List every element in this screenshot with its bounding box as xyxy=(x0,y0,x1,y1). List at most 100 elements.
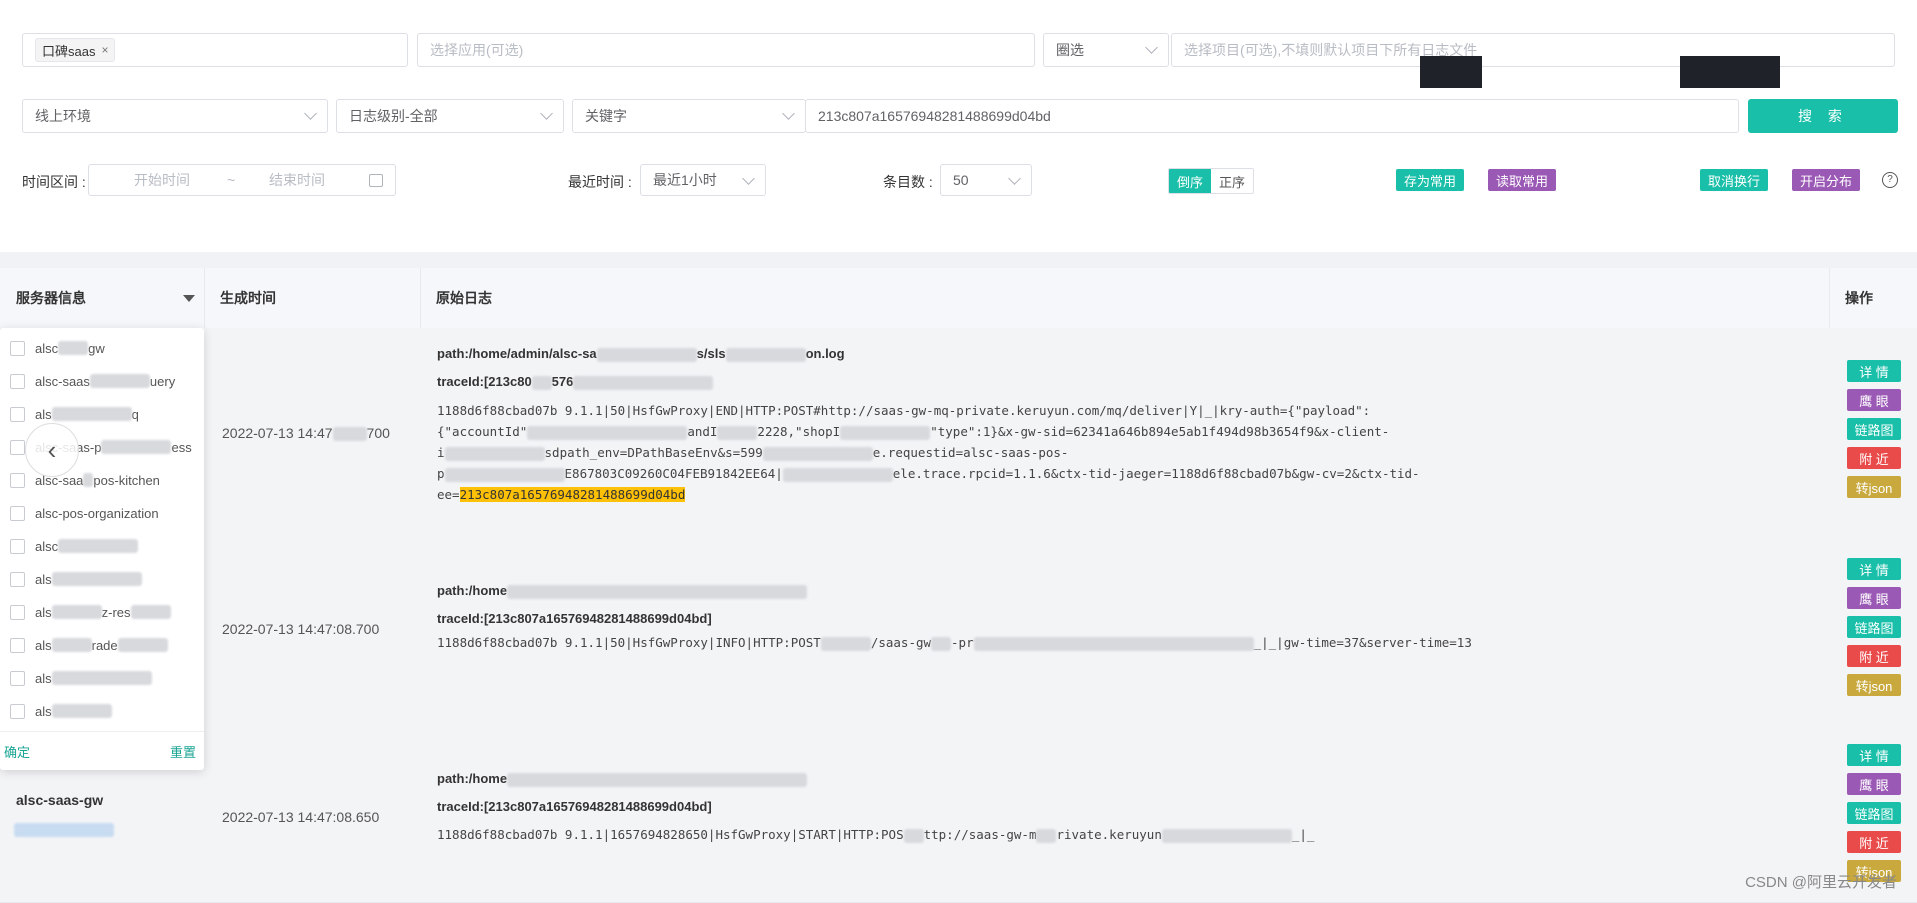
row-path: path:/home xyxy=(437,771,808,787)
checkbox[interactable] xyxy=(10,538,25,554)
server-name: alsc-saas-gw xyxy=(16,792,104,808)
filter-option[interactable]: als xyxy=(10,569,142,589)
row-ops: 详 情 鹰 眼 链路图 附 近 转json xyxy=(1845,360,1903,498)
keyword-input[interactable]: 213c807a16576948281488699d04bd xyxy=(805,99,1739,133)
filter-option[interactable]: alsc xyxy=(10,536,139,556)
row-ops: 详 情 鹰 眼 链路图 附 近 转json xyxy=(1845,558,1903,696)
chain-graph-button[interactable]: 链路图 xyxy=(1847,802,1901,824)
to-json-button[interactable]: 转json xyxy=(1847,674,1901,696)
nearby-button[interactable]: 附 近 xyxy=(1847,831,1901,853)
close-icon[interactable]: × xyxy=(101,43,108,57)
keyword-highlight: 213c807a16576948281488699d04bd xyxy=(459,487,686,502)
time-range-picker[interactable]: 开始时间 ~ 结束时间 xyxy=(88,164,396,196)
watermark: CSDN @阿里云开发者 xyxy=(1745,874,1897,891)
detail-button[interactable]: 详 情 xyxy=(1847,360,1901,382)
nearby-button[interactable]: 附 近 xyxy=(1847,645,1901,667)
recent-time-select[interactable]: 最近1小时 xyxy=(640,164,766,196)
app-tag-input[interactable]: 口碑saas × xyxy=(22,33,408,67)
filter-option[interactable]: alsc gw xyxy=(10,338,105,358)
order-desc-button[interactable]: 倒序 xyxy=(1169,169,1212,193)
calendar-icon xyxy=(369,174,383,187)
checkbox[interactable] xyxy=(10,571,25,587)
search-panel: 口碑saas × 选择应用(可选) 圈选 选择项目(可选),不填则默认项目下所有… xyxy=(0,0,1917,252)
checkbox[interactable] xyxy=(10,406,25,422)
row-raw-log: 1188d6f88cbad07b 9.1.1|50|HsfGwProxy|END… xyxy=(437,403,1420,502)
order-asc-button[interactable]: 正序 xyxy=(1211,169,1254,193)
col-server: 服务器信息 xyxy=(16,290,86,306)
filter-option[interactable]: alsc-saa pos-kitchen xyxy=(10,470,160,490)
server-filter-panel: alscgw alsc-saasuery alsq alsc-saas-pess… xyxy=(0,328,204,770)
chevron-down-icon xyxy=(304,107,317,120)
row-ops: 详 情 鹰 眼 链路图 附 近 转json xyxy=(1845,744,1903,882)
prev-arrow-icon[interactable]: ‹ xyxy=(25,423,79,477)
checkbox[interactable] xyxy=(10,505,25,521)
eagle-eye-button[interactable]: 鹰 眼 xyxy=(1847,389,1901,411)
col-ops: 操作 xyxy=(1845,290,1873,306)
nearby-button[interactable]: 附 近 xyxy=(1847,447,1901,469)
count-label: 条目数 : xyxy=(883,174,933,190)
filter-option[interactable]: als rade xyxy=(10,635,168,655)
filter-option[interactable]: als z-res xyxy=(10,602,171,622)
chain-graph-button[interactable]: 链路图 xyxy=(1847,616,1901,638)
log-level-select[interactable]: 日志级别-全部 xyxy=(336,99,564,133)
table-header: 服务器信息 生成时间 原始日志 操作 xyxy=(0,268,1917,329)
row-raw-log: 1188d6f88cbad07b 9.1.1|50|HsfGwProxy|INF… xyxy=(437,635,1472,651)
row-raw-log: 1188d6f88cbad07b 9.1.1|1657694828650|Hsf… xyxy=(437,827,1315,843)
filter-icon[interactable] xyxy=(183,295,195,302)
chevron-down-icon xyxy=(540,107,553,120)
scope-select[interactable]: 圈选 xyxy=(1043,33,1169,67)
eagle-eye-button[interactable]: 鹰 眼 xyxy=(1847,587,1901,609)
server-ip xyxy=(14,823,114,837)
filter-option[interactable]: als xyxy=(10,701,112,721)
log-table: 服务器信息 生成时间 原始日志 操作 2022-07-13 14:47 700 p… xyxy=(0,268,1917,903)
filter-reset-button[interactable]: 重置 xyxy=(170,742,196,761)
time-range-label: 时间区间 : xyxy=(22,174,86,190)
row-trace-id: traceId:[213c80 576 xyxy=(437,374,714,390)
checkbox[interactable] xyxy=(10,439,25,455)
checkbox[interactable] xyxy=(10,637,25,653)
chevron-down-icon xyxy=(782,107,795,120)
count-select[interactable]: 50 xyxy=(940,164,1032,196)
cancel-wrap-button[interactable]: 取消换行 xyxy=(1700,169,1769,191)
checkbox[interactable] xyxy=(10,670,25,686)
chain-graph-button[interactable]: 链路图 xyxy=(1847,418,1901,440)
checkbox[interactable] xyxy=(10,340,25,356)
chevron-down-icon xyxy=(1145,41,1158,54)
checkbox[interactable] xyxy=(10,604,25,620)
table-row: 2022-07-13 14:47:08.700 path:/home trace… xyxy=(0,528,1917,715)
checkbox[interactable] xyxy=(10,703,25,719)
load-common-button[interactable]: 读取常用 xyxy=(1488,169,1557,191)
row-time: 2022-07-13 14:47:08.650 xyxy=(222,809,380,825)
checkbox[interactable] xyxy=(10,373,25,389)
filter-option[interactable]: als xyxy=(10,668,152,688)
env-select[interactable]: 线上环境 xyxy=(22,99,328,133)
open-distribution-button[interactable]: 开启分布 xyxy=(1792,169,1861,191)
detail-button[interactable]: 详 情 xyxy=(1847,744,1901,766)
checkbox[interactable] xyxy=(10,472,25,488)
row-path: path:/home/admin/alsc-sa s/sls on.log xyxy=(437,346,845,362)
order-toggle: 倒序 正序 xyxy=(1168,168,1255,194)
keyword-type-select[interactable]: 关键字 xyxy=(572,99,806,133)
project-select[interactable]: 选择项目(可选),不填则默认项目下所有日志文件 xyxy=(1171,33,1895,67)
redacted-block xyxy=(1680,56,1780,88)
detail-button[interactable]: 详 情 xyxy=(1847,558,1901,580)
filter-footer: 确定 重置 xyxy=(0,731,204,770)
app-select[interactable]: 选择应用(可选) xyxy=(417,33,1035,67)
app-tag: 口碑saas × xyxy=(35,38,116,62)
col-raw-log: 原始日志 xyxy=(436,290,492,306)
help-icon[interactable]: ? xyxy=(1882,172,1898,188)
to-json-button[interactable]: 转json xyxy=(1847,476,1901,498)
filter-option[interactable]: alsc-saas uery xyxy=(10,371,175,391)
redacted-block xyxy=(1420,56,1482,88)
filter-option[interactable]: als q xyxy=(10,404,139,424)
eagle-eye-button[interactable]: 鹰 眼 xyxy=(1847,773,1901,795)
filter-option[interactable]: alsc-pos-organization xyxy=(10,503,159,523)
table-row: 2022-07-13 14:47 700 path:/home/admin/als… xyxy=(0,328,1917,529)
col-time: 生成时间 xyxy=(220,290,276,306)
row-time: 2022-07-13 14:47:08.700 xyxy=(222,621,380,637)
filter-confirm-button[interactable]: 确定 xyxy=(4,742,30,761)
search-button[interactable]: 搜 索 xyxy=(1748,99,1898,133)
row-time: 2022-07-13 14:47 700 xyxy=(222,425,390,442)
save-common-button[interactable]: 存为常用 xyxy=(1396,169,1465,191)
chevron-down-icon xyxy=(742,172,755,185)
